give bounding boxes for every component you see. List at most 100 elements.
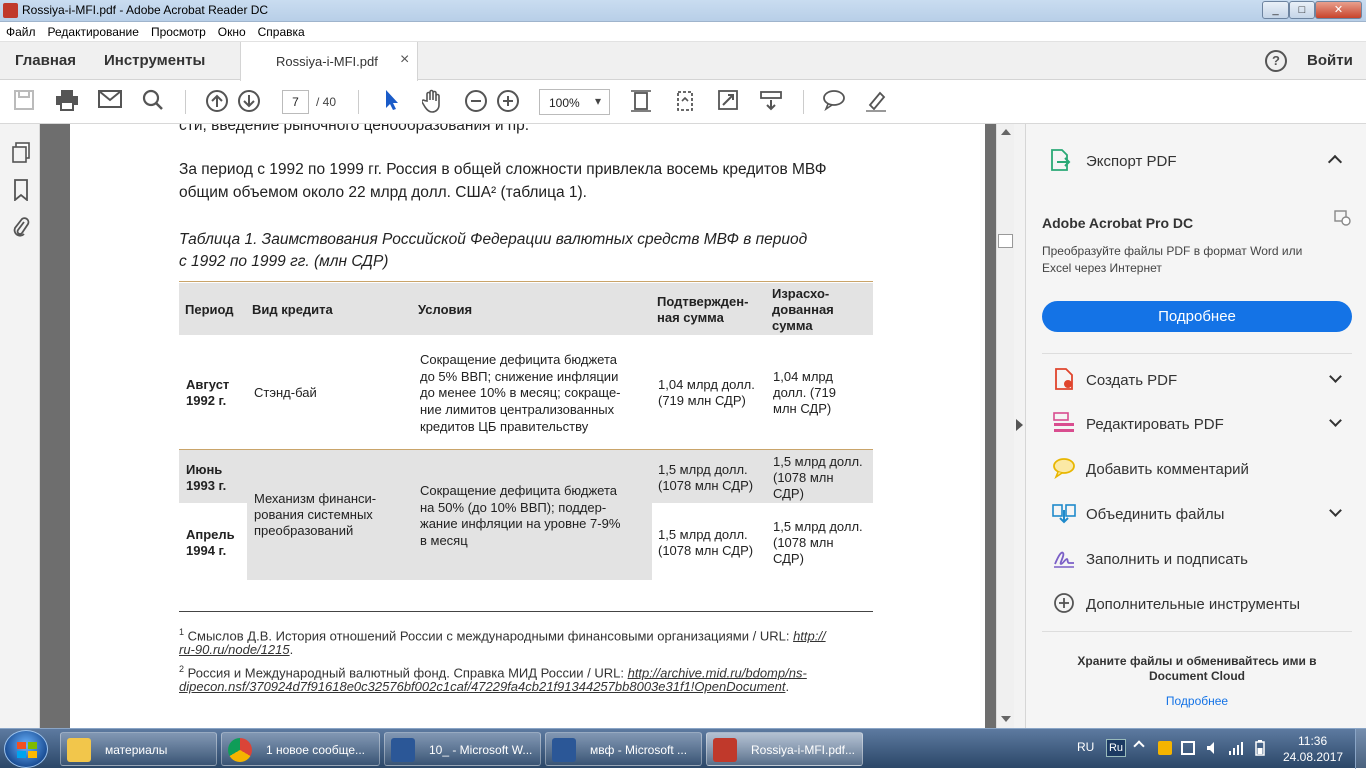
menu-help[interactable]: Справка xyxy=(252,22,311,39)
highlight-tool-icon[interactable] xyxy=(863,89,889,115)
rotate-view-icon[interactable] xyxy=(672,89,698,115)
print-icon[interactable] xyxy=(54,89,80,115)
cloud-promo: Храните файлы и обменивайтесь ими в xyxy=(1077,654,1317,668)
document-viewport[interactable]: сти, введение рыночного ценообразования … xyxy=(40,124,1016,728)
search-icon[interactable] xyxy=(140,89,166,115)
footnote-link[interactable]: dipecon.nsf/370924d7f91618e0c32576bf002c… xyxy=(179,679,785,694)
taskbar-item-chrome[interactable]: 1 новое сообще... xyxy=(221,732,380,766)
scroll-up-icon[interactable] xyxy=(1001,129,1011,135)
fit-page-icon[interactable] xyxy=(628,89,654,115)
maximize-button[interactable]: □ xyxy=(1289,1,1315,19)
previous-page-icon[interactable] xyxy=(204,89,230,115)
scroll-thumb[interactable] xyxy=(998,234,1013,248)
tool-more-tools[interactable]: Дополнительные инструменты xyxy=(1026,588,1366,624)
network-signal-icon[interactable] xyxy=(1228,740,1244,756)
table-caption: Таблица 1. Заимствования Российской Феде… xyxy=(179,231,808,248)
sign-in-button[interactable]: Войти xyxy=(1307,52,1353,69)
fill-sign-icon xyxy=(1052,547,1076,571)
export-pdf-label[interactable]: Экспорт PDF xyxy=(1086,153,1177,170)
window-title: Rossiya-i-MFI.pdf - Adobe Acrobat Reader… xyxy=(22,3,269,17)
tool-label: Дополнительные инструменты xyxy=(1086,596,1301,613)
battery-icon[interactable] xyxy=(1252,740,1268,756)
menu-file[interactable]: Файл xyxy=(0,22,42,39)
taskbar-item-word-1[interactable]: 10_ - Microsoft W... xyxy=(384,732,541,766)
info-icon[interactable] xyxy=(1334,210,1352,226)
paragraph-line: За период с 1992 по 1999 гг. Россия в об… xyxy=(179,161,827,178)
scroll-mode-icon[interactable] xyxy=(758,89,784,115)
tool-label: Создать PDF xyxy=(1086,372,1178,389)
cloud-learn-more-link[interactable]: Подробнее xyxy=(1042,694,1352,708)
collapse-right-panel-icon[interactable] xyxy=(1016,419,1023,431)
scroll-down-icon[interactable] xyxy=(1001,716,1011,722)
tab-tools[interactable]: Инструменты xyxy=(104,52,205,69)
left-navigation-rail xyxy=(0,124,51,728)
hand-tool-icon[interactable] xyxy=(420,89,446,115)
chevron-down-icon: ▾ xyxy=(595,94,602,108)
footnote-2-cont: dipecon.nsf/370924d7f91618e0c32576bf002c… xyxy=(179,678,789,695)
zoom-in-icon[interactable] xyxy=(495,89,521,115)
volume-icon[interactable] xyxy=(1206,741,1220,755)
tool-add-comment[interactable]: Добавить комментарий xyxy=(1026,453,1366,489)
clock-time[interactable]: 11:36 xyxy=(1298,734,1327,748)
table-top-rule xyxy=(179,281,873,282)
zoom-out-icon[interactable] xyxy=(463,89,489,115)
tool-combine-files[interactable]: Объединить файлы xyxy=(1026,498,1366,534)
more-tools-icon xyxy=(1052,592,1076,616)
email-icon[interactable] xyxy=(97,89,123,115)
keyboard-layout-icon[interactable]: Ru xyxy=(1106,739,1126,757)
folder-icon xyxy=(67,738,91,762)
tool-create-pdf[interactable]: Создать PDF xyxy=(1026,364,1366,400)
footnote-link[interactable]: ru-90.ru/node/1215 xyxy=(179,642,290,657)
select-cursor-icon[interactable] xyxy=(378,89,404,115)
minimize-button[interactable]: _ xyxy=(1262,1,1289,19)
save-icon[interactable] xyxy=(11,89,37,115)
product-description: Преобразуйте файлы PDF в формат Word или xyxy=(1042,244,1303,258)
language-indicator[interactable]: RU xyxy=(1077,740,1094,754)
footnote-link[interactable]: http:// xyxy=(793,628,826,643)
bookmarks-icon[interactable] xyxy=(10,179,32,202)
close-tab-icon[interactable]: × xyxy=(400,51,409,69)
help-icon[interactable]: ? xyxy=(1265,50,1287,72)
chevron-up-icon[interactable] xyxy=(1327,154,1343,170)
vertical-scrollbar[interactable] xyxy=(996,124,1014,728)
menu-window[interactable]: Окно xyxy=(212,22,252,39)
taskbar-item-folder[interactable]: материалы xyxy=(60,732,217,766)
taskbar-item-acrobat[interactable]: Rossiya-i-MFI.pdf... xyxy=(706,732,863,766)
paragraph-fragment: сти, введение рыночного ценообразования … xyxy=(179,124,530,134)
table-cell-spent: 1,04 млрд долл. (719 млн СДР) xyxy=(773,369,836,416)
action-center-icon[interactable] xyxy=(1181,741,1195,755)
zoom-select[interactable]: 100% ▾ xyxy=(539,89,610,115)
comment-tool-icon[interactable] xyxy=(821,89,847,115)
footnote-rule xyxy=(179,611,873,612)
next-page-icon[interactable] xyxy=(236,89,262,115)
chevron-down-icon[interactable] xyxy=(1329,504,1342,517)
attachments-icon[interactable] xyxy=(10,216,32,238)
table-cell-conditions: Сокращение дефицита бюджета до 5% ВВП; с… xyxy=(420,352,621,434)
chevron-down-icon[interactable] xyxy=(1329,370,1342,383)
page-number-input[interactable]: 7 xyxy=(282,90,309,114)
menu-edit[interactable]: Редактирование xyxy=(42,22,145,39)
tray-app-icon[interactable] xyxy=(1158,741,1172,755)
menu-view[interactable]: Просмотр xyxy=(145,22,212,39)
taskbar-label: 1 новое сообще... xyxy=(266,743,365,757)
page-total: / 40 xyxy=(316,95,337,109)
tool-fill-sign[interactable]: Заполнить и подписать xyxy=(1026,543,1366,579)
close-window-button[interactable]: ✕ xyxy=(1315,1,1362,19)
toolbar: 7 / 40 100% ▾ xyxy=(0,81,1366,124)
tool-edit-pdf[interactable]: Редактировать PDF xyxy=(1026,408,1366,444)
start-button[interactable] xyxy=(4,730,48,768)
tray-expand-icon[interactable] xyxy=(1133,740,1145,752)
column-header: Условия xyxy=(418,302,473,317)
export-pdf-icon xyxy=(1048,148,1072,172)
tab-document[interactable]: Rossiya-i-MFI.pdf × xyxy=(240,42,418,81)
right-panel-splitter[interactable] xyxy=(1014,124,1025,728)
page-thumbnails-icon[interactable] xyxy=(10,142,32,164)
clock-date[interactable]: 24.08.2017 xyxy=(1283,750,1343,764)
full-screen-icon[interactable] xyxy=(715,89,741,115)
show-desktop-button[interactable] xyxy=(1355,729,1366,769)
taskbar-item-word-2[interactable]: мвф - Microsoft ... xyxy=(545,732,702,766)
tab-bar: Главная Инструменты ? Войти xyxy=(0,42,1366,80)
tab-home[interactable]: Главная xyxy=(15,52,76,69)
learn-more-button[interactable]: Подробнее xyxy=(1042,301,1352,332)
chevron-down-icon[interactable] xyxy=(1329,414,1342,427)
